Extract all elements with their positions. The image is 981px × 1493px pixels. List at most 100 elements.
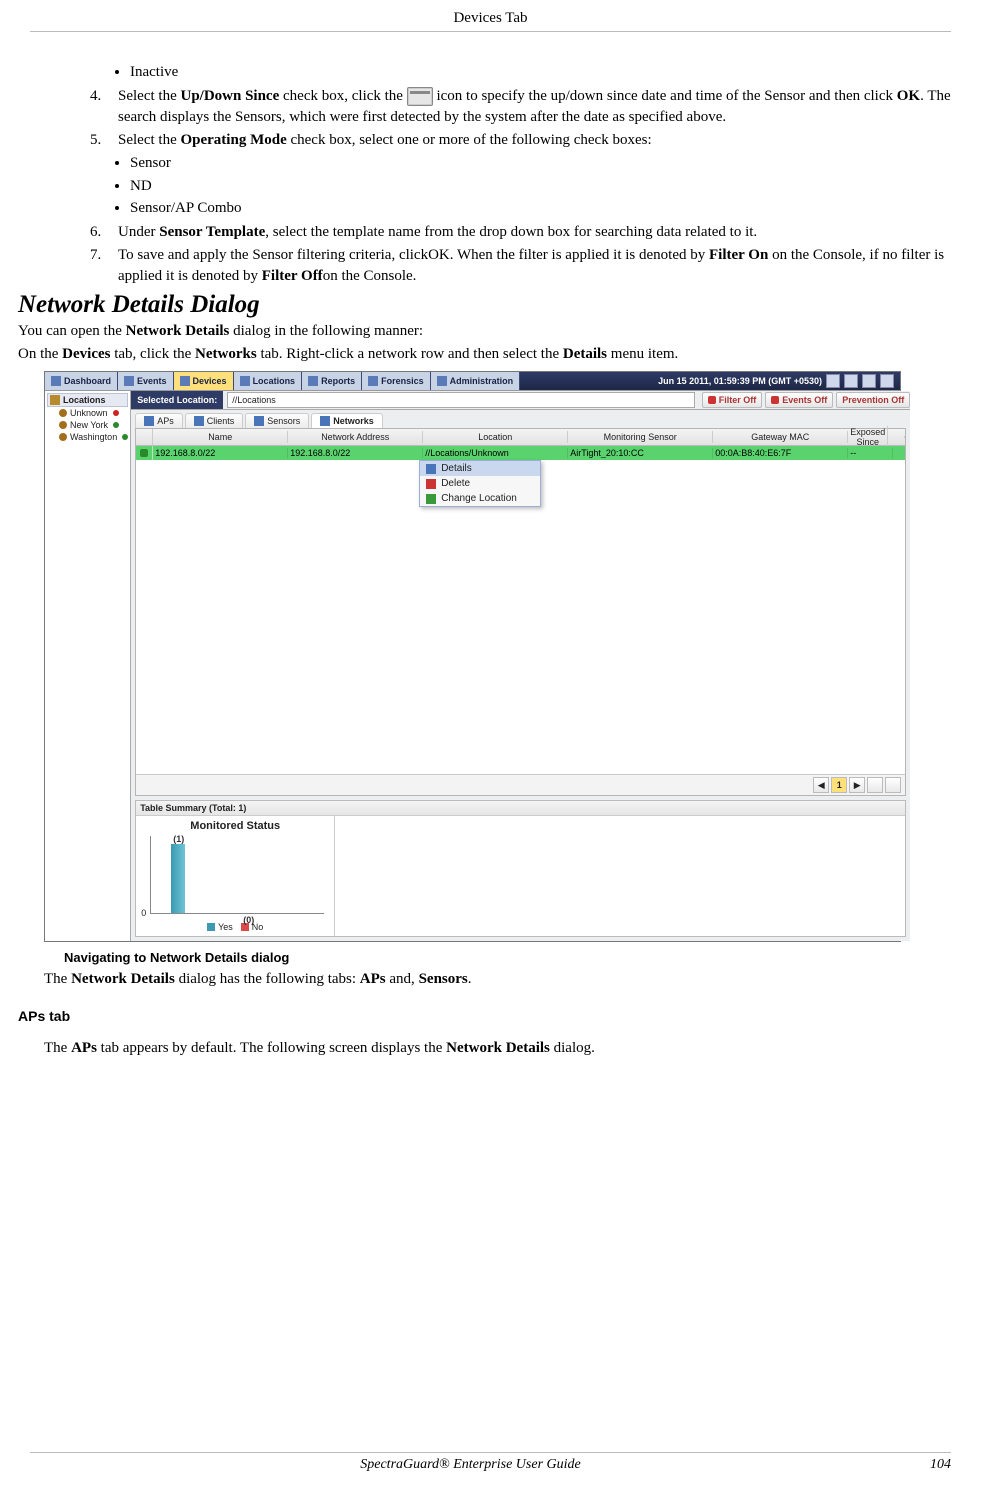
folder-icon (59, 409, 67, 417)
step-number: 6. (90, 222, 118, 243)
move-icon (426, 494, 436, 504)
folder-icon (50, 395, 60, 405)
admin-icon (437, 376, 447, 386)
pager-next[interactable]: ▶ (849, 777, 865, 793)
step-text: Under Sensor Template, select the templa… (118, 222, 951, 243)
col-sensor[interactable]: Monitoring Sensor (568, 431, 713, 443)
col-options-icon[interactable] (888, 436, 905, 438)
top-tabs: Dashboard Events Devices Locations Repor… (45, 372, 520, 390)
cell-sensor: AirTight_20:10:CC (568, 448, 713, 458)
tree-item-newyork[interactable]: New York (47, 419, 128, 431)
bar-label-yes: (1) (173, 834, 184, 844)
prevention-off-chip[interactable]: Prevention Off (836, 392, 910, 408)
cell-mac: 00:0A:B8:40:E6:7F (713, 448, 848, 458)
row-status (136, 446, 153, 460)
status-dot-icon (113, 422, 119, 428)
figure-caption: Navigating to Network Details dialog (64, 950, 951, 965)
sensor-icon (254, 416, 264, 426)
tab-forensics[interactable]: Forensics (362, 372, 431, 390)
step-text: Select the Up/Down Since check box, clic… (118, 86, 951, 128)
subtab-networks[interactable]: Networks (311, 413, 383, 428)
paragraph: You can open the Network Details dialog … (18, 321, 951, 342)
ap-icon (144, 416, 154, 426)
reports-icon (308, 376, 318, 386)
context-menu-delete[interactable]: Delete (420, 476, 540, 491)
paragraph: On the Devices tab, click the Networks t… (18, 344, 951, 365)
monitored-status-chart: Monitored Status 0 (1) (0) Yes (136, 816, 335, 936)
tab-events[interactable]: Events (118, 372, 174, 390)
step-5: 5. Select the Operating Mode check box, … (90, 130, 951, 151)
summary-empty-area (335, 816, 905, 936)
filter-icon (708, 396, 716, 404)
step-6: 6. Under Sensor Template, select the tem… (90, 222, 951, 243)
refresh-icon[interactable] (826, 374, 840, 388)
tab-reports[interactable]: Reports (302, 372, 362, 390)
locations-icon (240, 376, 250, 386)
tab-administration[interactable]: Administration (431, 372, 521, 390)
devices-icon (180, 376, 190, 386)
details-icon (426, 464, 436, 474)
tab-dashboard[interactable]: Dashboard (45, 372, 118, 390)
folder-icon (59, 433, 67, 441)
subtab-aps[interactable]: APs (135, 413, 183, 428)
filter-off-chip[interactable]: Filter Off (702, 392, 763, 408)
delete-icon (426, 479, 436, 489)
grid-header: Name Network Address Location Monitoring… (136, 429, 905, 446)
summary-title: Table Summary (Total: 1) (136, 801, 905, 816)
grid-corner[interactable] (136, 429, 153, 445)
tree-item-unknown[interactable]: Unknown (47, 407, 128, 419)
grid-body: 192.168.8.0/22 192.168.8.0/22 //Location… (136, 446, 905, 774)
cell-address: 192.168.8.0/22 (288, 448, 423, 458)
tree-item-washington[interactable]: Washington (47, 431, 128, 443)
subtab-clients[interactable]: Clients (185, 413, 244, 428)
col-address[interactable]: Network Address (288, 431, 423, 443)
context-menu-details[interactable]: Details (420, 461, 540, 476)
location-bar: Selected Location: //Locations Filter Of… (131, 391, 910, 410)
pager-export-icon[interactable] (885, 777, 901, 793)
pager-current[interactable]: 1 (831, 777, 847, 793)
col-since[interactable]: Exposed Since (848, 426, 888, 448)
page-footer: SpectraGuard® Enterprise User Guide 104 (30, 1452, 951, 1473)
bar-yes (171, 844, 185, 913)
tab-locations[interactable]: Locations (234, 372, 303, 390)
bullet-nd: ND (130, 176, 951, 196)
events-icon (124, 376, 134, 386)
status-dot-icon (122, 434, 128, 440)
step-text: To save and apply the Sensor filtering c… (118, 245, 951, 287)
step-text: Select the Operating Mode check box, sel… (118, 130, 951, 151)
settings-icon[interactable] (862, 374, 876, 388)
selected-location-label: Selected Location: (131, 391, 223, 409)
step-4: 4. Select the Up/Down Since check box, c… (90, 86, 951, 128)
heading-aps-tab: APs tab (18, 1008, 951, 1024)
step-number: 5. (90, 130, 118, 151)
datetime-label: Jun 15 2011, 01:59:39 PM (GMT +0530) (658, 376, 822, 386)
help-icon[interactable] (844, 374, 858, 388)
pager-prev[interactable]: ◀ (813, 777, 829, 793)
tree-root[interactable]: Locations (47, 393, 128, 407)
y-axis-tick-0: 0 (141, 908, 146, 918)
col-location[interactable]: Location (423, 431, 568, 443)
app-top-bar: Dashboard Events Devices Locations Repor… (45, 372, 900, 390)
cell-name: 192.168.8.0/22 (153, 448, 288, 458)
bullet-combo: Sensor/AP Combo (130, 198, 951, 218)
pager-options-icon[interactable] (867, 777, 883, 793)
legend-yes: Yes (207, 922, 233, 932)
col-name[interactable]: Name (153, 431, 288, 443)
events-off-chip[interactable]: Events Off (765, 392, 833, 408)
top-right-area: Jun 15 2011, 01:59:39 PM (GMT +0530) (652, 372, 900, 390)
bullet-inactive: Inactive (130, 62, 951, 82)
col-mac[interactable]: Gateway MAC (713, 431, 848, 443)
swatch-yes-icon (207, 923, 215, 931)
heading-network-details-dialog: Network Details Dialog (18, 291, 951, 319)
cell-location: //Locations/Unknown (423, 448, 568, 458)
table-row[interactable]: 192.168.8.0/22 192.168.8.0/22 //Location… (136, 446, 905, 460)
cell-since: -- (848, 448, 893, 458)
logout-icon[interactable] (880, 374, 894, 388)
subtab-sensors[interactable]: Sensors (245, 413, 309, 428)
bullet-sensor: Sensor (130, 153, 951, 173)
screenshot-network-details-navigation: Dashboard Events Devices Locations Repor… (44, 371, 901, 942)
chart-legend: Yes No (140, 918, 330, 932)
tab-devices[interactable]: Devices (174, 372, 234, 390)
context-menu-change-location[interactable]: Change Location (420, 491, 540, 506)
running-header: Devices Tab (30, 10, 951, 32)
